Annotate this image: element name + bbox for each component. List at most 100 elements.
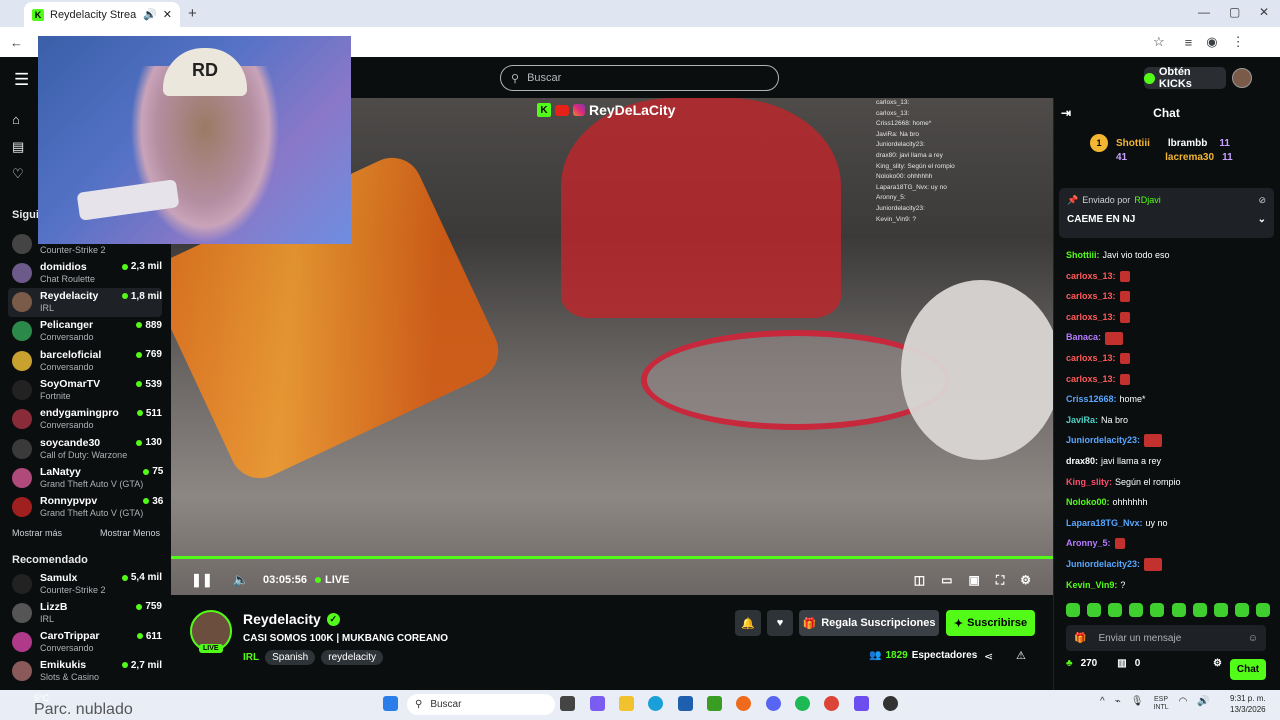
chat-username[interactable]: carloxs_13: — [1066, 291, 1116, 301]
emote-icon[interactable] — [1213, 603, 1228, 617]
store-icon[interactable]: ▥ — [1117, 658, 1126, 669]
report-warning-icon[interactable]: ⚠ — [1016, 649, 1026, 662]
sidebar-channel[interactable]: barceloficial Conversando 769 — [8, 346, 162, 375]
media-control-icon[interactable]: ≡ — [1185, 35, 1193, 50]
chat-username[interactable]: Kevin_Vin9: — [1066, 580, 1117, 590]
emote-icon[interactable] — [1129, 603, 1144, 617]
notification-bell-icon[interactable]: 🔔 — [735, 610, 761, 636]
maximize-button[interactable]: ▢ — [1229, 5, 1240, 19]
task-view-icon[interactable] — [560, 696, 575, 711]
search-input[interactable]: ⚲ Buscar — [500, 65, 779, 91]
profile-icon[interactable]: ◉ — [1206, 34, 1217, 50]
subscribe-button[interactable]: ✦ Suscribirse — [946, 610, 1035, 636]
discord-icon[interactable] — [766, 696, 781, 711]
emote-icon[interactable] — [1192, 603, 1207, 617]
hide-pin-icon[interactable]: ⊘ — [1258, 195, 1266, 206]
pip-icon[interactable]: ◫ — [914, 573, 925, 588]
share-icon[interactable]: ⋖ — [984, 650, 993, 663]
sidebar-channel[interactable]: soycande30 Call of Duty: Warzone 130 — [8, 434, 162, 463]
channel-name[interactable]: Reydelacity — [243, 611, 321, 627]
network-icon[interactable]: ⌁ — [1115, 696, 1121, 712]
nvidia-icon[interactable] — [707, 696, 722, 711]
sidebar-channel[interactable]: CaroTrippar Conversando 611 — [8, 628, 162, 657]
emote-icon[interactable] — [1234, 603, 1249, 617]
edge-icon[interactable] — [648, 696, 663, 711]
obs-icon[interactable] — [883, 696, 898, 711]
volume-icon[interactable]: 🔈 — [233, 572, 249, 588]
spotify-icon[interactable] — [795, 696, 810, 711]
copilot-icon[interactable] — [590, 696, 605, 711]
follow-heart-icon[interactable]: ♥ — [767, 610, 793, 636]
browser-menu-icon[interactable]: ⋮ — [1232, 34, 1245, 50]
tag-chip[interactable]: reydelacity — [321, 650, 384, 665]
browse-icon[interactable]: ▤ — [12, 139, 24, 155]
chat-username[interactable]: Noloko00: — [1066, 497, 1110, 507]
following-heart-icon[interactable]: ♡ — [12, 166, 24, 182]
collapse-chat-icon[interactable]: ⇥ — [1061, 106, 1071, 120]
minimize-button[interactable]: — — [1198, 5, 1210, 19]
weather-widget[interactable]: 5°C Parc. nublado — [20, 693, 133, 718]
gift-icon[interactable]: 🎁 — [1074, 633, 1086, 644]
taskbar-search[interactable]: ⚲ Buscar — [407, 694, 555, 715]
emoji-picker-icon[interactable]: ☺ — [1248, 633, 1258, 644]
chat-username[interactable]: carloxs_13: — [1066, 312, 1116, 322]
chat-username[interactable]: Aronny_5: — [1066, 538, 1111, 548]
pinned-user[interactable]: RDjavi — [1134, 195, 1161, 206]
mic-icon[interactable]: 🎙 — [1131, 696, 1144, 712]
app-grid-icon[interactable] — [854, 696, 869, 711]
emote-icon[interactable] — [1150, 603, 1165, 617]
sidebar-channel[interactable]: domidios Chat Roulette 2,3 mil — [8, 258, 162, 287]
bookmark-star-icon[interactable]: ☆ — [1153, 34, 1165, 50]
emote-icon[interactable] — [1087, 603, 1102, 617]
chrome-icon[interactable] — [824, 696, 839, 711]
sidebar-channel[interactable]: SoyOmarTV Fortnite 539 — [8, 376, 162, 405]
taskbar-clock[interactable]: 9:31 p. m. 13/3/2026 — [1230, 693, 1266, 715]
new-tab-button[interactable]: + — [188, 5, 197, 22]
chat-username[interactable]: Shottiii: — [1066, 250, 1100, 260]
chat-username[interactable]: Criss12668: — [1066, 394, 1117, 404]
sidebar-channel[interactable]: LaNatyy Grand Theft Auto V (GTA) 75 — [8, 463, 163, 492]
home-icon[interactable]: ⌂ — [12, 112, 20, 127]
theater-mode-icon[interactable]: ▭ — [941, 573, 952, 588]
sidebar-channel[interactable]: Emikukis Slots & Casino 2,7 mil — [8, 657, 162, 686]
sidebar-channel[interactable]: Reydelacity IRL 1,8 mil — [8, 287, 162, 317]
chat-username[interactable]: Juniordelacity23: — [1066, 559, 1140, 569]
sidebar-channel[interactable]: LizzB IRL 759 — [8, 598, 162, 627]
sidebar-channel[interactable]: Ronnypvpv Grand Theft Auto V (GTA) 36 — [8, 493, 163, 522]
show-more-link[interactable]: Mostrar más — [12, 528, 62, 538]
leader-second-name[interactable]: lbrambb — [1168, 138, 1207, 149]
leader-first-name[interactable]: Shottiii — [1116, 138, 1150, 149]
chevron-down-icon[interactable]: ⌄ — [1258, 214, 1266, 225]
chat-settings-gear-icon[interactable]: ⚙ — [1213, 658, 1222, 669]
file-explorer-icon[interactable] — [619, 696, 634, 711]
back-arrow-icon[interactable]: ← — [10, 35, 23, 50]
pause-icon[interactable]: ❚❚ — [191, 572, 213, 588]
speaker-icon[interactable]: 🔊 — [1197, 696, 1209, 712]
mini-player-icon[interactable]: ▣ — [968, 573, 979, 588]
close-window-button[interactable]: ✕ — [1259, 5, 1269, 19]
chat-username[interactable]: carloxs_13: — [1066, 353, 1116, 363]
leader-third-name[interactable]: lacrema30 — [1165, 152, 1214, 163]
emote-icon[interactable] — [1066, 603, 1080, 617]
wifi-icon[interactable]: ◠ — [1179, 696, 1188, 712]
chat-username[interactable]: Juniordelacity23: — [1066, 435, 1140, 445]
tag-chip[interactable]: Spanish — [265, 650, 316, 665]
send-chat-button[interactable]: Chat — [1230, 659, 1266, 680]
gift-subs-button[interactable]: 🎁 Regala Suscripciones — [799, 610, 939, 636]
chevron-up-icon[interactable]: ^ — [1100, 696, 1105, 712]
chat-username[interactable]: Banaca: — [1066, 332, 1101, 342]
emote-icon[interactable] — [1255, 603, 1270, 617]
user-avatar[interactable] — [1232, 68, 1252, 88]
app-icon[interactable] — [736, 696, 751, 711]
sidebar-channel[interactable]: Pelicanger Conversando 889 — [8, 317, 162, 346]
language-indicator[interactable]: ESP INTL — [1153, 696, 1168, 712]
tab-audio-icon[interactable]: 🔊 — [143, 8, 157, 21]
emote-icon[interactable] — [1108, 603, 1123, 617]
chat-username[interactable]: carloxs_13: — [1066, 271, 1116, 281]
chat-username[interactable]: drax80: — [1066, 456, 1098, 466]
chat-username[interactable]: King_slity: — [1066, 477, 1112, 487]
sidebar-channel[interactable]: endygamingpro Conversando 511 — [8, 405, 162, 434]
store-app-icon[interactable] — [678, 696, 693, 711]
pinned-message[interactable]: 📌 Enviado por RDjavi ⊘ CAEME EN NJ ⌄ — [1059, 188, 1274, 238]
video-progress-bar[interactable] — [171, 556, 1053, 559]
